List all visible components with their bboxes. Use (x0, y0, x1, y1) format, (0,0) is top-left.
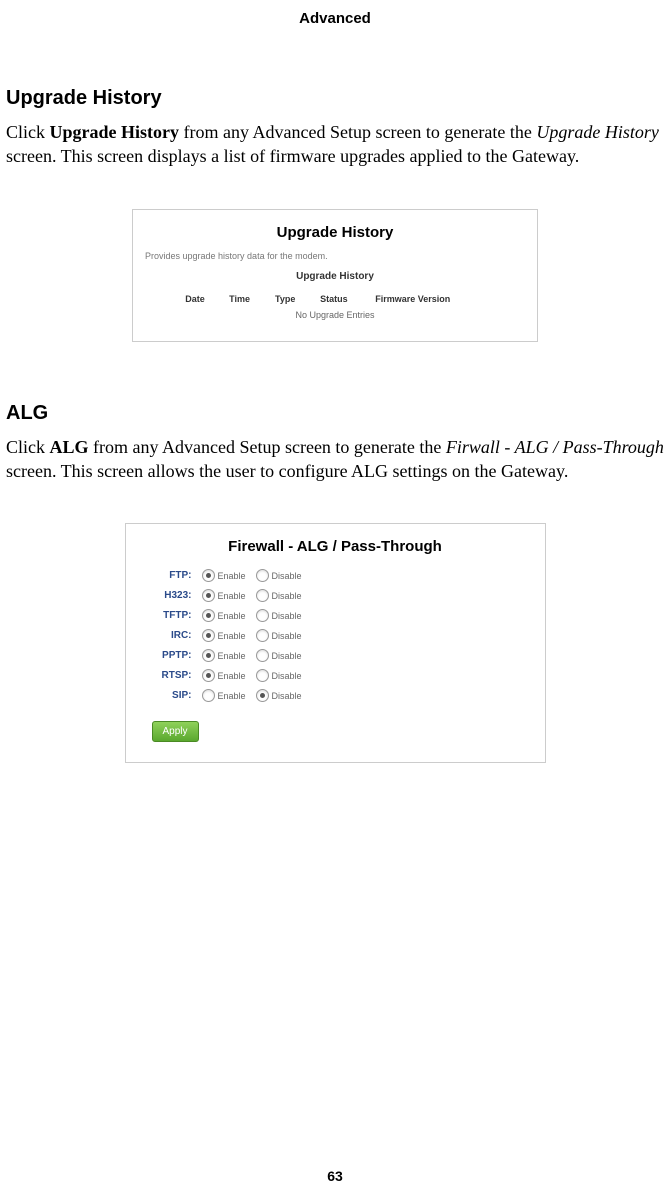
radio-enable[interactable] (202, 569, 215, 582)
apply-button[interactable]: Apply (152, 721, 199, 742)
text-italic: Upgrade History (536, 122, 659, 142)
text: screen. This screen displays a list of f… (6, 146, 579, 166)
radio-label-disable: Disable (272, 671, 302, 681)
alg-row-rtsp: RTSP: Enable Disable (152, 669, 533, 682)
section-upgrade-history: Upgrade History Click Upgrade History fr… (6, 87, 664, 169)
panel-description: Provides upgrade history data for the mo… (145, 251, 525, 261)
radio-disable[interactable] (256, 569, 269, 582)
alg-row-irc: IRC: Enable Disable (152, 629, 533, 642)
page-number: 63 (0, 1168, 670, 1184)
label-ftp: FTP: (152, 570, 192, 581)
heading-alg: ALG (6, 402, 664, 425)
screenshot-upgrade-history: Upgrade History Provides upgrade history… (132, 209, 538, 342)
radio-enable[interactable] (202, 669, 215, 682)
chapter-header: Advanced (0, 10, 670, 27)
empty-message: No Upgrade Entries (179, 306, 491, 321)
paragraph-alg: Click ALG from any Advanced Setup screen… (6, 435, 664, 484)
section-alg: ALG Click ALG from any Advanced Setup sc… (6, 402, 664, 484)
screenshot-firewall-alg: Firewall - ALG / Pass-Through FTP: Enabl… (125, 523, 546, 763)
text-bold: Upgrade History (50, 122, 180, 142)
label-rtsp: RTSP: (152, 670, 192, 681)
radio-disable[interactable] (256, 689, 269, 702)
alg-row-pptp: PPTP: Enable Disable (152, 649, 533, 662)
col-time: Time (223, 292, 269, 306)
radio-label-enable: Enable (218, 631, 246, 641)
text: screen. This screen allows the user to c… (6, 461, 568, 481)
radio-label-disable: Disable (272, 591, 302, 601)
radio-disable[interactable] (256, 609, 269, 622)
alg-form: FTP: Enable Disable H323: Enable Disable… (152, 569, 533, 702)
radio-enable[interactable] (202, 649, 215, 662)
radio-label-enable: Enable (218, 651, 246, 661)
col-firmware-version: Firmware Version (369, 292, 491, 306)
radio-enable[interactable] (202, 589, 215, 602)
radio-label-disable: Disable (272, 631, 302, 641)
col-type: Type (269, 292, 314, 306)
label-sip: SIP: (152, 690, 192, 701)
col-status: Status (314, 292, 369, 306)
alg-row-ftp: FTP: Enable Disable (152, 569, 533, 582)
radio-label-disable: Disable (272, 691, 302, 701)
text: from any Advanced Setup screen to genera… (89, 437, 446, 457)
radio-label-enable: Enable (218, 671, 246, 681)
alg-row-h323: H323: Enable Disable (152, 589, 533, 602)
text-bold: ALG (50, 437, 89, 457)
radio-disable[interactable] (256, 629, 269, 642)
col-date: Date (179, 292, 223, 306)
table-row: No Upgrade Entries (179, 306, 491, 321)
label-irc: IRC: (152, 630, 192, 641)
radio-disable[interactable] (256, 669, 269, 682)
heading-upgrade-history: Upgrade History (6, 87, 664, 110)
radio-enable[interactable] (202, 629, 215, 642)
label-tftp: TFTP: (152, 610, 192, 621)
text: Click (6, 122, 50, 142)
alg-row-sip: SIP: Enable Disable (152, 689, 533, 702)
alg-row-tftp: TFTP: Enable Disable (152, 609, 533, 622)
text: from any Advanced Setup screen to genera… (179, 122, 536, 142)
radio-label-disable: Disable (272, 611, 302, 621)
radio-enable[interactable] (202, 609, 215, 622)
panel-title: Firewall - ALG / Pass-Through (138, 538, 533, 555)
text: Click (6, 437, 50, 457)
radio-label-enable: Enable (218, 611, 246, 621)
radio-disable[interactable] (256, 649, 269, 662)
radio-label-enable: Enable (218, 691, 246, 701)
radio-label-disable: Disable (272, 571, 302, 581)
radio-label-disable: Disable (272, 651, 302, 661)
label-pptp: PPTP: (152, 650, 192, 661)
radio-disable[interactable] (256, 589, 269, 602)
label-h323: H323: (152, 590, 192, 601)
radio-label-enable: Enable (218, 571, 246, 581)
radio-label-enable: Enable (218, 591, 246, 601)
radio-enable[interactable] (202, 689, 215, 702)
panel-title: Upgrade History (145, 224, 525, 241)
table-header-row: Date Time Type Status Firmware Version (179, 292, 491, 306)
paragraph-upgrade-history: Click Upgrade History from any Advanced … (6, 120, 664, 169)
panel-subtitle: Upgrade History (145, 271, 525, 282)
text-italic: Firwall - ALG / Pass-Through (446, 437, 664, 457)
upgrade-history-table: Date Time Type Status Firmware Version N… (179, 292, 491, 321)
